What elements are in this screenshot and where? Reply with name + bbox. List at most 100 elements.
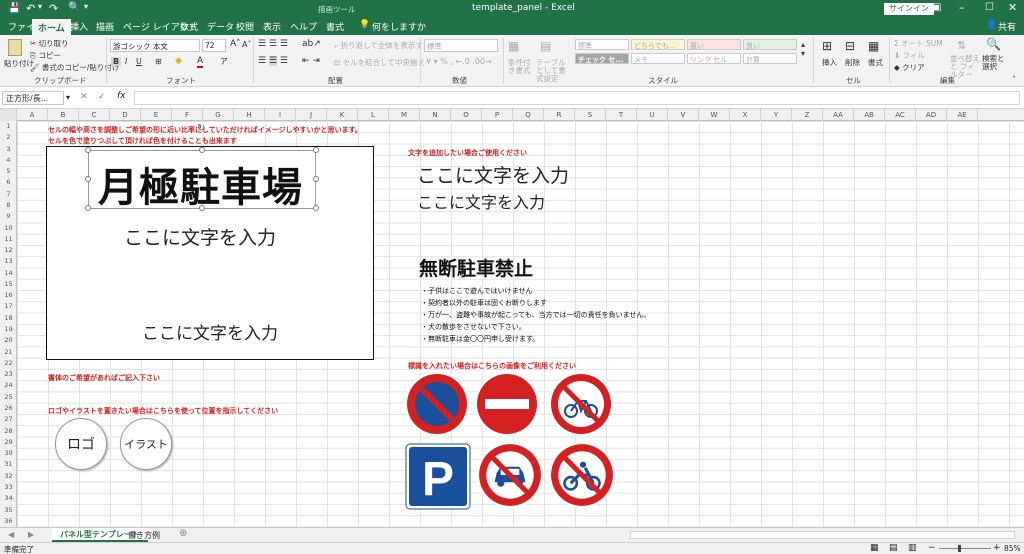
row-header[interactable]: 12 [0,245,17,256]
share-icon[interactable]: 👤 [986,20,997,30]
autosum-button[interactable]: Σ オート SUM [894,38,943,49]
parking-sign-icon[interactable]: P [405,443,471,510]
tab-draw[interactable]: 描画 [96,20,114,33]
style-good[interactable]: 良い [743,39,797,50]
zoom-level[interactable]: 85% [1004,544,1021,553]
style-linked-cell[interactable]: リンク セル [687,53,741,64]
column-header[interactable]: P [482,109,513,121]
row-header[interactable]: 30 [0,448,17,459]
column-header[interactable]: Z [792,109,823,121]
delete-cells-icon[interactable]: ⊟ [845,39,855,53]
column-header[interactable]: E [141,109,172,121]
row-header[interactable]: 25 [0,392,17,403]
column-header[interactable]: M [389,109,420,121]
row-header[interactable]: 31 [0,459,17,470]
resize-handle[interactable] [85,176,91,182]
rule-line[interactable]: ・万が一、盗難や事故が起こっても、当方では一切の責任を負いません。 [421,310,650,320]
name-box-dropdown-icon[interactable]: ▾ [66,93,70,102]
align-top-icon[interactable]: ☰ ☰ ☰ [258,39,288,49]
logo-placeholder[interactable]: ロゴ [55,418,107,470]
phonetic-icon[interactable]: ア [220,56,228,67]
save-icon[interactable]: 💾 [8,3,20,14]
rule-line[interactable]: ・契約者以外の駐車は固くお断りします [421,298,547,308]
fill-color-icon[interactable]: ◆ [175,56,182,66]
shrink-font-icon[interactable]: A˅ [242,40,251,49]
style-memo[interactable]: メモ [631,53,685,64]
signin-button[interactable]: サインイン [884,3,934,15]
row-header[interactable]: 11 [0,234,17,245]
number-format-icons[interactable]: ¥ ▾ % , ←.0 .00→ [426,57,492,66]
panel-text-2[interactable]: ここに文字を入力 [142,319,278,344]
style-check-cell[interactable]: チェック セ... [575,53,629,64]
column-header[interactable]: R [544,109,575,121]
conditional-format-icon[interactable]: ▦ [508,39,519,53]
column-header[interactable]: AE [947,109,978,121]
column-header[interactable]: H [234,109,265,121]
zoom-slider-thumb[interactable] [958,545,961,552]
column-header[interactable]: AB [854,109,885,121]
undo-icon[interactable]: ↶ [26,2,35,15]
maximize-icon[interactable]: ☐ [985,2,994,13]
row-header[interactable]: 14 [0,268,17,279]
tab-formulas[interactable]: 数式 [180,20,198,33]
row-header[interactable]: 23 [0,369,17,380]
conditional-format-button[interactable]: 条件付き書式 [508,59,534,75]
merge-center-button[interactable]: ⊟ セルを結合して中央揃え [334,57,425,68]
delete-cells-button[interactable]: 削除 [845,57,860,68]
share-button[interactable]: 共有 [998,20,1016,33]
align-left-icon[interactable]: ☰ ☰ ☰ [258,56,288,66]
tab-help[interactable]: ヘルプ [290,20,317,33]
bold-icon[interactable]: B [111,57,122,66]
column-header[interactable]: B [48,109,79,121]
normal-view-icon[interactable]: ▦ [870,543,879,553]
row-header[interactable]: 33 [0,482,17,493]
insert-cells-button[interactable]: 挿入 [822,57,837,68]
collapse-ribbon-icon[interactable]: ˄ [1012,75,1016,84]
tab-data[interactable]: データ [207,20,234,33]
table-format-button[interactable]: テーブルとして書式設定 [536,59,572,83]
ribbon-display-icon[interactable]: ▣ [932,2,941,13]
column-header[interactable]: C [79,109,110,121]
format-cells-icon[interactable]: ▦ [868,39,879,53]
clear-button[interactable]: ◆ クリア [894,62,925,73]
indent-icon[interactable]: ⇤ ⇥ [302,56,320,66]
illustration-placeholder[interactable]: イラスト [120,418,172,470]
row-header[interactable]: 32 [0,471,17,482]
name-box[interactable]: 正方形/長... [2,91,64,105]
print-preview-icon[interactable]: 🔍 [68,2,80,13]
zoom-out-icon[interactable]: − [928,543,936,553]
resize-handle[interactable] [313,176,319,182]
column-header[interactable]: Y [761,109,792,121]
tab-home[interactable]: ホーム [32,19,71,35]
row-header[interactable]: 3 [0,144,17,155]
font-name-select[interactable]: 游ゴシック 本文 [110,39,200,52]
row-header[interactable]: 10 [0,223,17,234]
format-cells-button[interactable]: 書式 [868,57,883,68]
column-header[interactable]: A [17,109,48,121]
wrap-text-button[interactable]: ⤶ 折り返して全体を表示する [334,40,430,51]
style-bad[interactable]: 悪い [687,39,741,50]
font-size-select[interactable]: 72 [202,39,226,52]
row-header[interactable]: 15 [0,279,17,290]
insert-function-icon[interactable]: fx [117,91,126,101]
resize-handle[interactable] [85,205,91,211]
orientation-icon[interactable]: ab↗ [302,39,321,49]
style-normal[interactable]: 標準 [575,39,629,50]
row-header[interactable]: 1 [0,121,17,132]
find-select-icon[interactable]: 🔍 [986,37,1001,51]
insert-cells-icon[interactable]: ⊞ [822,39,832,53]
no-parking-heading[interactable]: 無断駐車禁止 [419,254,533,281]
column-header[interactable]: W [699,109,730,121]
grow-font-icon[interactable]: A˄ [230,39,241,49]
column-header[interactable]: X [730,109,761,121]
page-break-view-icon[interactable]: ▥ [908,543,917,553]
column-header[interactable]: AC [885,109,916,121]
rule-line[interactable]: ・子供はここで遊んではいけません [421,286,532,296]
number-format-select[interactable]: 標準 [424,39,498,52]
row-header[interactable]: 28 [0,426,17,437]
row-header[interactable]: 19 [0,324,17,335]
column-header[interactable]: T [606,109,637,121]
cut-button[interactable]: ✂ 切り取り [30,38,69,49]
sort-filter-icon[interactable]: ⇅ [957,39,966,52]
column-header[interactable]: U [637,109,668,121]
